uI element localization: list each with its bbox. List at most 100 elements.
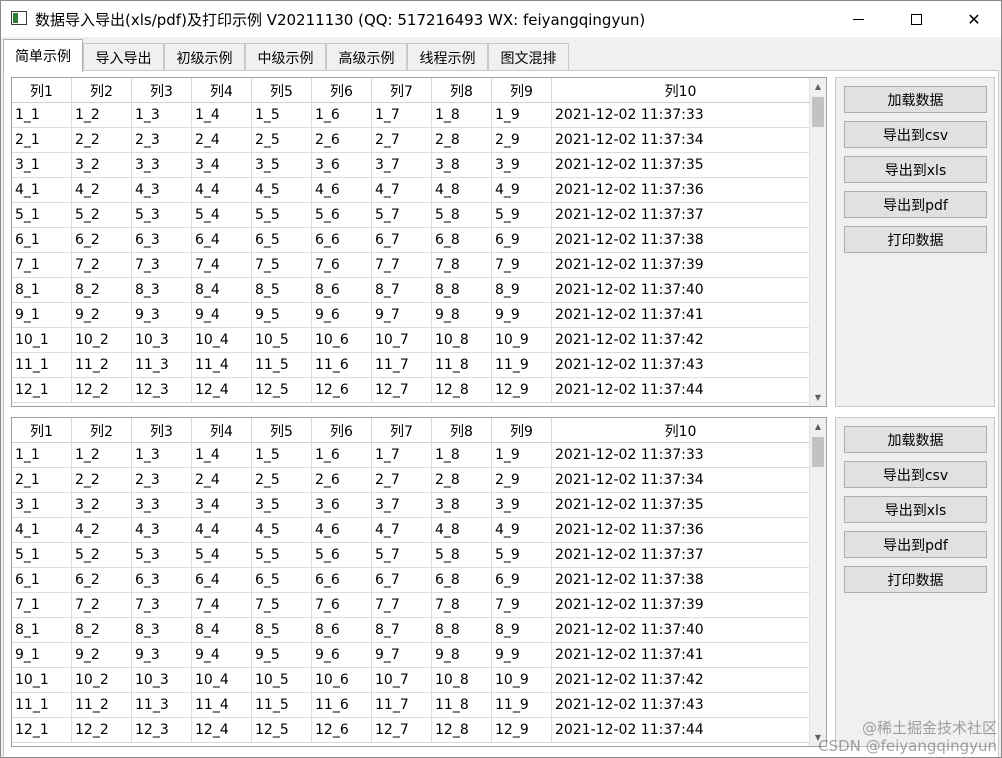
table-cell[interactable]: 1_9 [492, 103, 552, 127]
table-row[interactable]: 1_1 1_2 1_3 1_4 1_5 1_6 1_7 1_8 1_9 2021-12-02 11… [12, 103, 810, 128]
table-row[interactable]: 3_1 3_2 3_3 3_4 3_5 3_6 3_7 3_8 3_9 2021-12-02 11… [12, 493, 810, 518]
table-cell[interactable]: 10_6 [312, 328, 372, 352]
column-header[interactable]: 列5 [252, 418, 312, 443]
table-cell[interactable]: 6_3 [132, 568, 192, 592]
table-cell[interactable]: 8_7 [372, 618, 432, 642]
table-cell[interactable]: 11_1 [12, 693, 72, 717]
table-cell[interactable]: 2021-12-02 11:37:44 [552, 718, 810, 742]
table-row[interactable]: 11_1 11_2 11_3 11_4 11_5 11_6 11_7 11_8 11_9 2021… [12, 693, 810, 718]
table-cell[interactable]: 10_3 [132, 328, 192, 352]
table-cell[interactable]: 1_7 [372, 443, 432, 467]
table-cell[interactable]: 8_5 [252, 618, 312, 642]
column-header[interactable]: 列7 [372, 78, 432, 103]
table-cell[interactable]: 4_7 [372, 178, 432, 202]
table-cell[interactable]: 3_2 [72, 493, 132, 517]
table-cell[interactable]: 3_2 [72, 153, 132, 177]
table-row[interactable]: 12_1 12_2 12_3 12_4 12_5 12_6 12_7 12_8 12_9 2021… [12, 718, 810, 743]
table-cell[interactable]: 8_1 [12, 278, 72, 302]
table-cell[interactable]: 6_1 [12, 568, 72, 592]
scrollbar-thumb[interactable] [812, 97, 824, 127]
table-cell[interactable]: 2021-12-02 11:37:39 [552, 593, 810, 617]
table-row[interactable]: 8_1 8_2 8_3 8_4 8_5 8_6 8_7 8_8 8_9 2021-12-02 11… [12, 618, 810, 643]
table-cell[interactable]: 2021-12-02 11:37:43 [552, 693, 810, 717]
table-cell[interactable]: 2_3 [132, 468, 192, 492]
table-cell[interactable]: 6_7 [372, 568, 432, 592]
table-cell[interactable]: 2021-12-02 11:37:36 [552, 518, 810, 542]
tab-intermediate[interactable]: 中级示例 [245, 43, 326, 71]
table-cell[interactable]: 6_9 [492, 228, 552, 252]
table-cell[interactable]: 2021-12-02 11:37:36 [552, 178, 810, 202]
table-cell[interactable]: 1_5 [252, 443, 312, 467]
table-cell[interactable]: 11_5 [252, 353, 312, 377]
scroll-down-arrow-icon[interactable]: ▼ [810, 729, 826, 746]
table-cell[interactable]: 2021-12-02 11:37:34 [552, 128, 810, 152]
table-cell[interactable]: 2021-12-02 11:37:41 [552, 303, 810, 327]
table-cell[interactable]: 11_5 [252, 693, 312, 717]
table-cell[interactable]: 8_8 [432, 278, 492, 302]
table-cell[interactable]: 6_1 [12, 228, 72, 252]
table-cell[interactable]: 7_8 [432, 253, 492, 277]
column-header[interactable]: 列6 [312, 418, 372, 443]
table-cell[interactable]: 2_6 [312, 128, 372, 152]
table-cell[interactable]: 1_5 [252, 103, 312, 127]
table-cell[interactable]: 2_2 [72, 468, 132, 492]
table-cell[interactable]: 12_6 [312, 378, 372, 402]
column-header[interactable]: 列6 [312, 78, 372, 103]
table-cell[interactable]: 2021-12-02 11:37:44 [552, 378, 810, 402]
table-row[interactable]: 7_1 7_2 7_3 7_4 7_5 7_6 7_7 7_8 7_9 2021-12-02 11… [12, 253, 810, 278]
table-cell[interactable]: 8_8 [432, 618, 492, 642]
table-cell[interactable]: 10_7 [372, 668, 432, 692]
table-cell[interactable]: 1_1 [12, 443, 72, 467]
tab-import-export[interactable]: 导入导出 [83, 43, 164, 71]
table-cell[interactable]: 6_4 [192, 228, 252, 252]
table-cell[interactable]: 10_9 [492, 328, 552, 352]
table-cell[interactable]: 3_4 [192, 493, 252, 517]
table-cell[interactable]: 2_3 [132, 128, 192, 152]
column-header[interactable]: 列7 [372, 418, 432, 443]
table-cell[interactable]: 5_8 [432, 203, 492, 227]
table-cell[interactable]: 11_2 [72, 353, 132, 377]
table-cell[interactable]: 2021-12-02 11:37:42 [552, 328, 810, 352]
column-header[interactable]: 列9 [492, 78, 552, 103]
tab-simple[interactable]: 简单示例 [3, 39, 83, 72]
table-cell[interactable]: 2_9 [492, 128, 552, 152]
table-cell[interactable]: 11_3 [132, 353, 192, 377]
data-table-bottom[interactable]: 列1 列2 列3 列4 列5 列6 列7 列8 列9 列10 1_1 1_2 1_3 1_4 1_5 1_6… [11, 417, 827, 747]
table-cell[interactable]: 11_4 [192, 693, 252, 717]
table-cell[interactable]: 1_3 [132, 103, 192, 127]
table-cell[interactable]: 2_7 [372, 468, 432, 492]
tab-mixed[interactable]: 图文混排 [488, 43, 569, 71]
scroll-down-arrow-icon[interactable]: ▼ [810, 389, 826, 406]
table-cell[interactable]: 6_9 [492, 568, 552, 592]
table-cell[interactable]: 12_3 [132, 718, 192, 742]
table-cell[interactable]: 2021-12-02 11:37:40 [552, 618, 810, 642]
table-cell[interactable]: 2_4 [192, 128, 252, 152]
table-cell[interactable]: 10_4 [192, 328, 252, 352]
table-cell[interactable]: 2021-12-02 11:37:33 [552, 103, 810, 127]
table-cell[interactable]: 1_1 [12, 103, 72, 127]
table-cell[interactable]: 3_4 [192, 153, 252, 177]
table-row[interactable]: 6_1 6_2 6_3 6_4 6_5 6_6 6_7 6_8 6_9 2021-12-02 11… [12, 228, 810, 253]
table-cell[interactable]: 7_5 [252, 593, 312, 617]
table-cell[interactable]: 10_5 [252, 668, 312, 692]
table-cell[interactable]: 11_1 [12, 353, 72, 377]
table-cell[interactable]: 2021-12-02 11:37:43 [552, 353, 810, 377]
column-header[interactable]: 列1 [12, 418, 72, 443]
table-cell[interactable]: 3_7 [372, 493, 432, 517]
table-cell[interactable]: 5_4 [192, 543, 252, 567]
tab-advanced[interactable]: 高级示例 [326, 43, 407, 71]
table-cell[interactable]: 6_6 [312, 568, 372, 592]
table-cell[interactable]: 3_9 [492, 493, 552, 517]
table-cell[interactable]: 12_2 [72, 378, 132, 402]
table-cell[interactable]: 1_9 [492, 443, 552, 467]
table-cell[interactable]: 1_4 [192, 103, 252, 127]
table-cell[interactable]: 12_9 [492, 378, 552, 402]
table-row[interactable]: 4_1 4_2 4_3 4_4 4_5 4_6 4_7 4_8 4_9 2021-12-02 11… [12, 518, 810, 543]
table-cell[interactable]: 4_6 [312, 518, 372, 542]
load-data-button[interactable]: 加载数据 [844, 86, 987, 113]
scroll-up-arrow-icon[interactable]: ▲ [810, 78, 826, 95]
table-cell[interactable]: 9_2 [72, 643, 132, 667]
table-cell[interactable]: 6_5 [252, 568, 312, 592]
maximize-button[interactable] [887, 1, 945, 37]
table-cell[interactable]: 6_5 [252, 228, 312, 252]
